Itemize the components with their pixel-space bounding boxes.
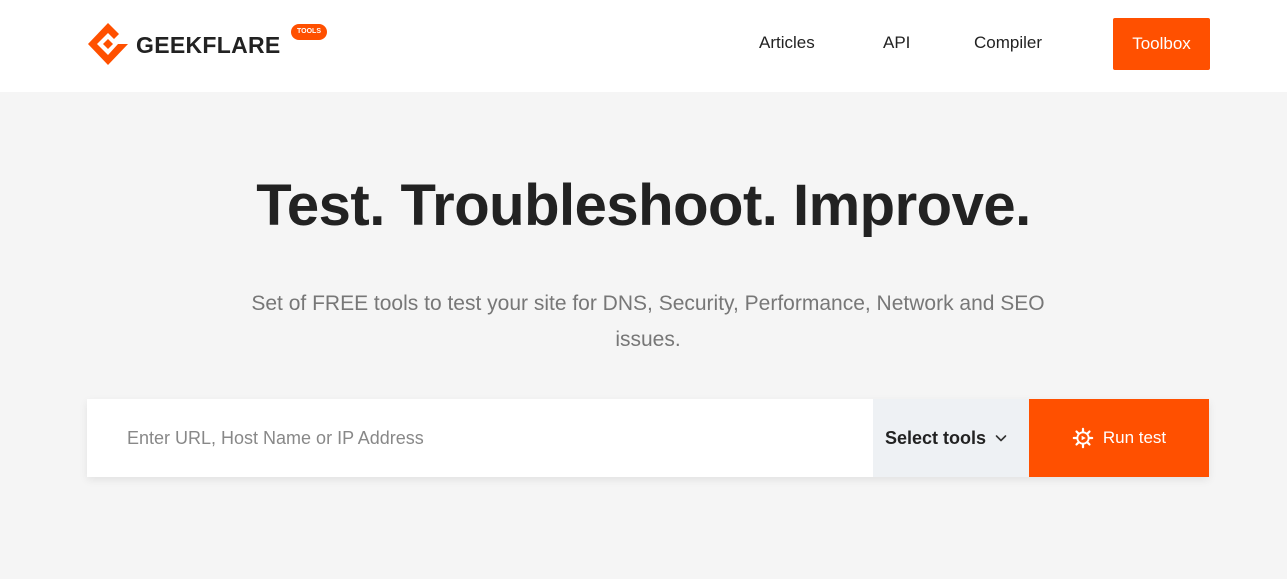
toolbox-button[interactable]: Toolbox — [1113, 18, 1210, 70]
geekflare-logo-icon — [88, 23, 128, 65]
brand-name: GEEKFLARE — [136, 31, 281, 58]
run-test-button[interactable]: Run test — [1029, 399, 1209, 477]
nav-link-articles[interactable]: Articles — [759, 33, 815, 53]
select-tools-label: Select tools — [885, 427, 987, 448]
brand-logo[interactable]: GEEKFLARE TOOLS — [88, 22, 327, 66]
url-input[interactable] — [87, 399, 873, 477]
nav-link-compiler[interactable]: Compiler — [974, 33, 1042, 53]
hero-subtitle: Set of FREE tools to test your site for … — [251, 292, 1045, 351]
tools-badge: TOOLS — [291, 24, 327, 40]
gear-icon — [1072, 427, 1094, 449]
select-tools-dropdown[interactable]: Select tools — [873, 399, 1029, 477]
chevron-down-icon — [995, 435, 1007, 442]
search-bar: Select tools Run test — [87, 399, 1209, 477]
hero-title: Test. Troubleshoot. Improve. — [256, 173, 1031, 238]
site-header: GEEKFLARE TOOLS Articles API Compiler To… — [0, 0, 1287, 92]
nav-link-api[interactable]: API — [883, 33, 910, 53]
run-test-label: Run test — [1102, 428, 1167, 447]
